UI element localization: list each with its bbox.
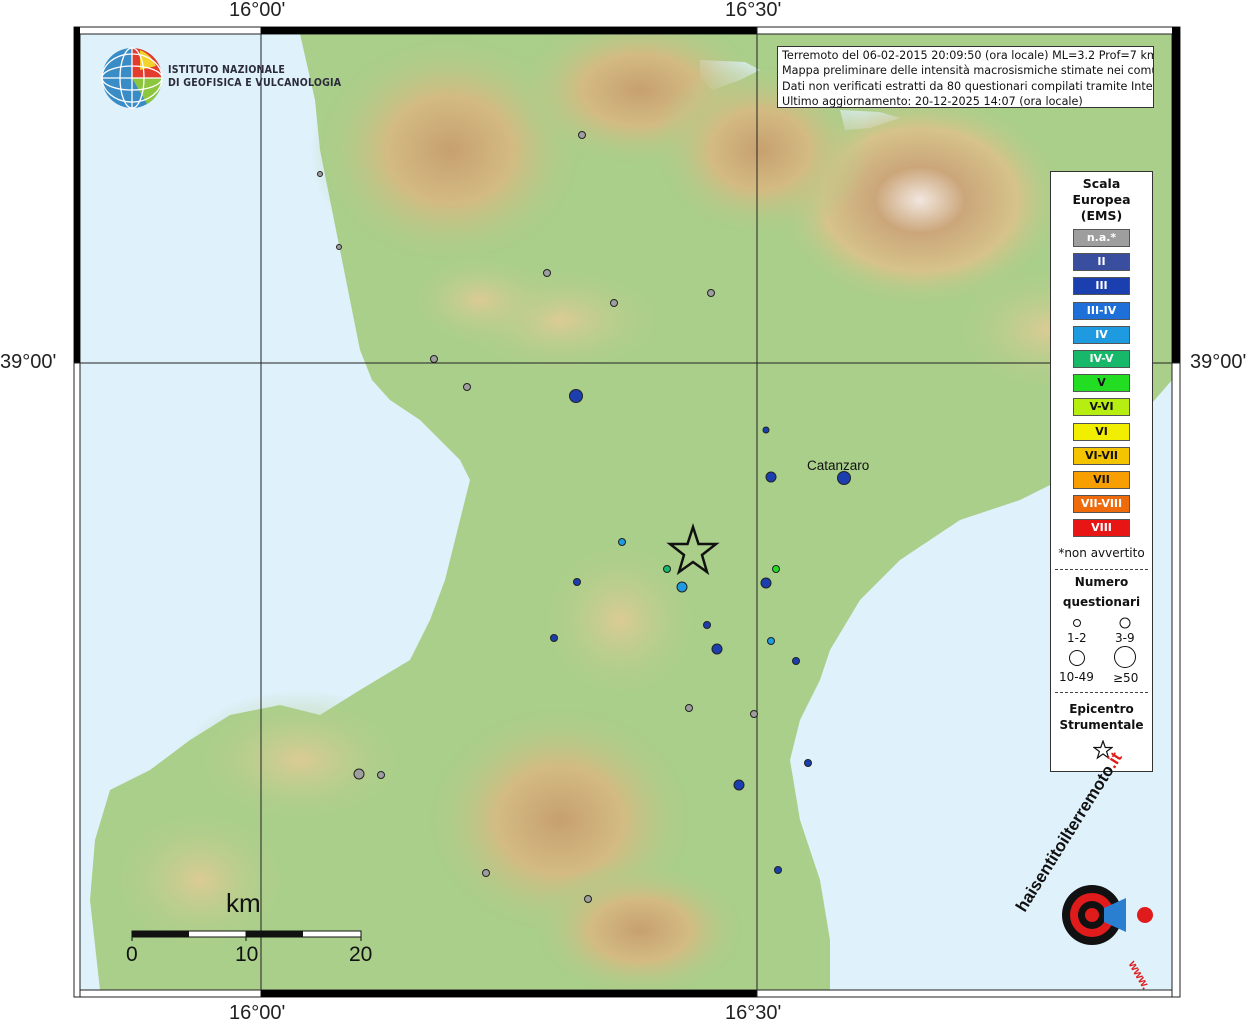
point-iii[interactable] <box>837 471 851 485</box>
legend-swatch-ii: II <box>1073 253 1130 272</box>
legend-swatch-iii: III <box>1073 277 1130 296</box>
legend-title-2: Europea <box>1072 192 1131 207</box>
scale-tick-10: 10 <box>235 943 259 966</box>
legend-note: *non avvertito <box>1058 546 1145 560</box>
point-na[interactable] <box>610 299 618 307</box>
legend-epi-title-1: Epicentro <box>1069 702 1134 716</box>
info-line-data: Dati non verificati estratti da 80 quest… <box>782 79 1154 93</box>
legend-swatch-vii-viii: VII-VIII <box>1073 495 1130 514</box>
legend-size-3: 10-49 <box>1059 670 1094 684</box>
point-na[interactable] <box>353 768 365 780</box>
point-na[interactable] <box>685 704 693 712</box>
point-iv-v[interactable] <box>663 565 671 573</box>
coord-top-16-00: 16°00' <box>229 0 286 21</box>
logo-line-1: ISTITUTO NAZIONALE <box>168 64 286 76</box>
coord-bottom-16-30: 16°30' <box>725 1002 782 1024</box>
point-iii[interactable] <box>762 426 770 434</box>
legend-swatch-vii: VII <box>1073 471 1130 489</box>
point-iv[interactable] <box>767 637 775 645</box>
point-iii[interactable] <box>760 577 772 589</box>
legend-size-1: 1-2 <box>1067 631 1087 645</box>
point-na[interactable] <box>750 710 758 718</box>
point-na[interactable] <box>463 383 471 391</box>
point-iii[interactable] <box>765 471 777 483</box>
legend-swatch-iv: IV <box>1073 325 1130 344</box>
event-info-box: Terremoto del 06-02-2015 20:09:50 (ora l… <box>777 46 1154 108</box>
legend-swatch-v-vi: V-VI <box>1073 398 1130 417</box>
legend-title-1: Scala <box>1082 176 1121 191</box>
coord-right-39-00: 39°00' <box>1190 351 1247 373</box>
legend-num-title-2: questionari <box>1062 595 1141 609</box>
coord-top-16-30: 16°30' <box>725 0 782 21</box>
legend-title-3: (EMS) <box>1080 208 1123 223</box>
point-na[interactable] <box>578 131 586 139</box>
legend-swatch-iv-v: IV-V <box>1073 350 1130 368</box>
point-v[interactable] <box>772 565 780 573</box>
info-line-event: Terremoto del 06-02-2015 20:09:50 (ora l… <box>782 49 1154 62</box>
legend-swatch-v: V <box>1073 374 1130 393</box>
city-label-catanzaro: Catanzaro <box>807 458 870 473</box>
ingv-logo-text: ISTITUTO NAZIONALE DI GEOFISICA E VULCAN… <box>168 64 341 90</box>
scale-unit: km <box>226 888 261 918</box>
info-line-map: Mappa preliminare delle intensità macros… <box>782 64 1154 78</box>
point-na[interactable] <box>584 895 592 903</box>
legend-swatch-viii: VIII <box>1073 519 1130 538</box>
point-na[interactable] <box>543 269 551 277</box>
legend-epi-title-2: Strumentale <box>1059 718 1144 732</box>
point-na[interactable] <box>377 771 385 779</box>
point-iii[interactable] <box>792 657 800 665</box>
legend-divider <box>1055 692 1148 693</box>
point-iii[interactable] <box>804 759 812 767</box>
legend-swatch-n-a: n.a.* <box>1073 229 1130 247</box>
legend-panel: Scala Europea (EMS) n.a.* II III III-IV IV IV… <box>1050 171 1153 772</box>
point-na[interactable] <box>482 869 490 877</box>
legend-swatch-vi: VI <box>1073 422 1130 441</box>
point-iv[interactable] <box>676 581 688 593</box>
info-line-updated: Ultimo aggiornamento: 20-12-2025 14:07 (… <box>782 95 1083 108</box>
legend-size-4: ≥50 <box>1113 671 1139 685</box>
point-na[interactable] <box>707 289 715 297</box>
point-iii[interactable] <box>711 643 723 655</box>
legend-swatch-iii-iv: III-IV <box>1073 301 1130 320</box>
point-iii[interactable] <box>733 779 745 791</box>
legend-swatch-vi-vii: VI-VII <box>1073 446 1130 465</box>
point-iii[interactable] <box>569 389 583 403</box>
logo-line-2: DI GEOFISICA E VULCANOLOGIA <box>168 77 342 89</box>
point-iii[interactable] <box>703 621 711 629</box>
point-iv[interactable] <box>618 538 626 546</box>
point-iii[interactable] <box>550 634 558 642</box>
legend-divider <box>1055 569 1148 570</box>
point-na[interactable] <box>430 355 438 363</box>
legend-num-title-1: Numero <box>1074 575 1129 589</box>
scale-tick-20: 20 <box>349 943 373 966</box>
scale-tick-0: 0 <box>126 943 138 966</box>
coord-left-39-00: 39°00' <box>0 351 57 373</box>
coord-bottom-16-00: 16°00' <box>229 1002 286 1024</box>
point-iii[interactable] <box>573 578 581 586</box>
legend-size-2: 3-9 <box>1115 631 1135 645</box>
ingv-globe-icon <box>101 47 163 109</box>
point-na[interactable] <box>336 244 342 250</box>
point-na[interactable] <box>317 171 323 177</box>
point-iii[interactable] <box>774 866 782 874</box>
